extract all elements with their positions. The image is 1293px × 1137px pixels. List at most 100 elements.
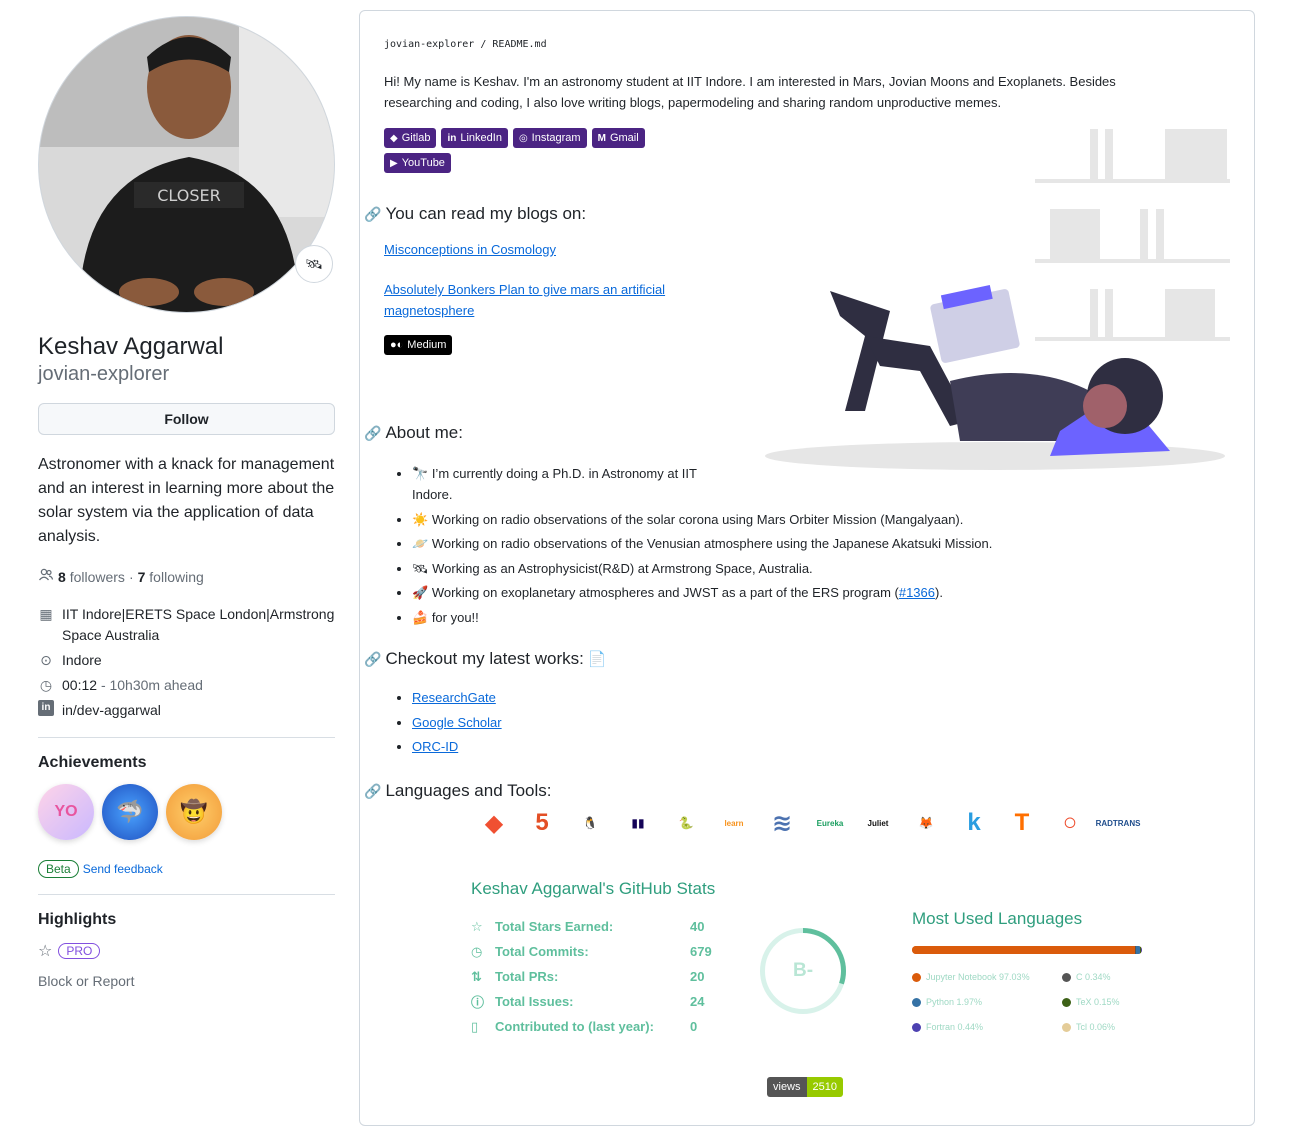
stats-value: 20 xyxy=(690,969,705,984)
breadcrumb-file[interactable]: README.md xyxy=(492,39,546,50)
pro-highlight: ☆ PRO xyxy=(38,941,335,961)
about-list: 🔭 I’m currently doing a Ph.D. in Astrono… xyxy=(412,463,1112,631)
follow-button[interactable]: Follow xyxy=(38,403,335,435)
language-label: Jupyter Notebook 97.03% xyxy=(926,972,1030,982)
social-badge-label: Gitlab xyxy=(401,132,431,144)
anchor-link-icon[interactable]: 🔗 xyxy=(364,783,381,800)
status-emoji-button[interactable]: 🛰 xyxy=(295,245,333,283)
youtube-badge[interactable]: ▶ YouTube xyxy=(384,153,451,173)
organization-icon: ▦ xyxy=(39,606,53,622)
language-color-dot xyxy=(1062,997,1071,1007)
history-icon: ◷ xyxy=(471,943,483,959)
stats-row: ⇅ Total PRs: 20 xyxy=(471,964,712,989)
html5-icon: 5 xyxy=(535,809,549,836)
language-color-dot xyxy=(912,972,921,982)
list-item: ORC-ID xyxy=(412,736,502,757)
medium-badge[interactable]: ●◐ Medium xyxy=(384,335,453,355)
divider xyxy=(38,894,335,895)
svg-text:CLOSER: CLOSER xyxy=(157,186,221,205)
location-icon: ⊙ xyxy=(40,652,52,668)
language-legend-item: C 0.34% xyxy=(1062,969,1162,985)
satellite-icon: 🛰 xyxy=(305,255,323,272)
pro-badge: PRO xyxy=(58,943,101,959)
gmail-badge[interactable]: M Gmail xyxy=(591,128,645,148)
highlights-heading: Highlights xyxy=(38,911,117,928)
ers-issue-link[interactable]: #1366 xyxy=(899,585,935,600)
researchgate-link[interactable]: ResearchGate xyxy=(412,690,496,705)
blog-link-magnetosphere[interactable]: Absolutely Bonkers Plan to give mars an … xyxy=(384,279,704,321)
linux-icon: 🐧 xyxy=(582,816,598,830)
linkedin-badge[interactable]: in LinkedIn xyxy=(441,128,508,148)
stats-label: Total Issues: xyxy=(495,994,574,1009)
pytorch-icon: ○ xyxy=(1062,809,1078,836)
tools-row: ◆ 5 🐧 ▮▮ 🐍 learn ≋ Eureka Juliet 🦊 k T ○ RADTRANS xyxy=(474,803,1141,843)
quickdraw-badge-icon[interactable]: 🤠 xyxy=(166,784,222,840)
about-heading: 🔗 About me: xyxy=(364,423,463,442)
profile-readme: jovian-explorer / README.md Hi! My name … xyxy=(359,10,1255,1126)
stats-row: ◷ Total Commits: 679 xyxy=(471,939,712,964)
send-feedback-link[interactable]: Send feedback xyxy=(83,862,163,876)
achievements-heading[interactable]: Achievements xyxy=(38,754,335,772)
blog-link-cosmology[interactable]: Misconceptions in Cosmology xyxy=(384,242,556,257)
pull-shark-badge-icon[interactable]: 🦈 xyxy=(102,784,158,840)
instagram-icon: ◎ xyxy=(518,132,528,144)
grade-progress-arc xyxy=(760,928,846,1014)
avatar-photo: CLOSER xyxy=(39,17,334,312)
language-legend-item: Jupyter Notebook 97.03% xyxy=(912,969,1062,985)
profile-username: jovian-explorer xyxy=(38,363,170,385)
views-counter-badge: views 2510 xyxy=(767,1077,843,1097)
location-text: Indore xyxy=(62,652,102,668)
breadcrumb-user[interactable]: jovian-explorer xyxy=(384,39,474,50)
reading-illustration xyxy=(765,129,1230,470)
kotlin-icon: k xyxy=(967,809,981,836)
list-item: 🍰 for you!! xyxy=(412,607,1112,628)
list-item: ResearchGate xyxy=(412,687,502,708)
anchor-link-icon[interactable]: 🔗 xyxy=(364,425,381,442)
python-icon: 🐍 xyxy=(678,816,694,830)
avatar[interactable]: CLOSER xyxy=(38,16,335,313)
languages-legend: Jupyter Notebook 97.03% C 0.34% Python 1.9… xyxy=(912,969,1162,1035)
stats-label: Total Stars Earned: xyxy=(495,919,614,934)
linkedin-item[interactable]: in in/dev-aggarwal xyxy=(38,700,335,721)
anchor-link-icon[interactable]: 🔗 xyxy=(364,651,381,668)
stats-value: 679 xyxy=(690,944,712,959)
gmail-icon: M xyxy=(597,132,606,144)
stats-value: 24 xyxy=(690,994,705,1009)
readme-breadcrumb: jovian-explorer / README.md xyxy=(384,39,547,50)
avatar-container: CLOSER 🛰 xyxy=(38,16,335,313)
juliet-icon: Juliet xyxy=(867,818,889,828)
eureka-icon: Eureka xyxy=(816,818,844,828)
gitlab-badge[interactable]: ◆ Gitlab xyxy=(384,128,437,148)
stats-row: ⓘ Total Issues: 24 xyxy=(471,989,712,1014)
languages-title: Most Used Languages xyxy=(912,909,1083,928)
orcid-link[interactable]: ORC-ID xyxy=(412,739,458,754)
block-or-report-link[interactable]: Block or Report xyxy=(38,973,335,989)
instagram-badge[interactable]: ◎ Instagram xyxy=(512,128,587,148)
following-link[interactable]: 7 following xyxy=(138,569,204,585)
profile-sidebar: CLOSER 🛰 Keshav Aggarwal jovian-explorer… xyxy=(38,16,335,989)
readme-intro: Hi! My name is Keshav. I'm an astronomy … xyxy=(384,74,1116,110)
linkedin-link[interactable]: in/dev-aggarwal xyxy=(62,700,161,721)
tensorflow-icon: T xyxy=(1014,809,1030,836)
organization-item: ▦ IIT Indore|ERETS Space London|Armstron… xyxy=(38,604,335,646)
language-color-dot xyxy=(1062,972,1071,982)
social-badge-label: Instagram xyxy=(531,132,581,144)
social-badge-label: Gmail xyxy=(609,132,639,144)
google-scholar-link[interactable]: Google Scholar xyxy=(412,715,502,730)
stats-label: Contributed to (last year): xyxy=(495,1019,654,1034)
beta-label: Beta xyxy=(38,860,79,878)
views-count: 2510 xyxy=(806,1077,843,1097)
anchor-link-icon[interactable]: 🔗 xyxy=(364,206,381,223)
linkedin-icon: in xyxy=(447,132,457,144)
stats-row: ☆ Total Stars Earned: 40 xyxy=(471,914,712,939)
gitlab-icon: ◆ xyxy=(390,132,398,144)
seaborn-icon: ≋ xyxy=(771,809,793,837)
language-legend-item: TeX 0.15% xyxy=(1062,994,1162,1010)
followers-link[interactable]: 8 followers xyxy=(58,569,125,585)
stats-label: Total PRs: xyxy=(495,969,559,984)
youtube-icon: ▶ xyxy=(390,157,398,169)
radtrans-icon: RADTRANS xyxy=(1095,818,1141,828)
stats-label: Total Commits: xyxy=(495,944,589,959)
yolo-badge-icon[interactable]: YO xyxy=(38,784,94,840)
star-icon: ☆ xyxy=(38,943,53,960)
